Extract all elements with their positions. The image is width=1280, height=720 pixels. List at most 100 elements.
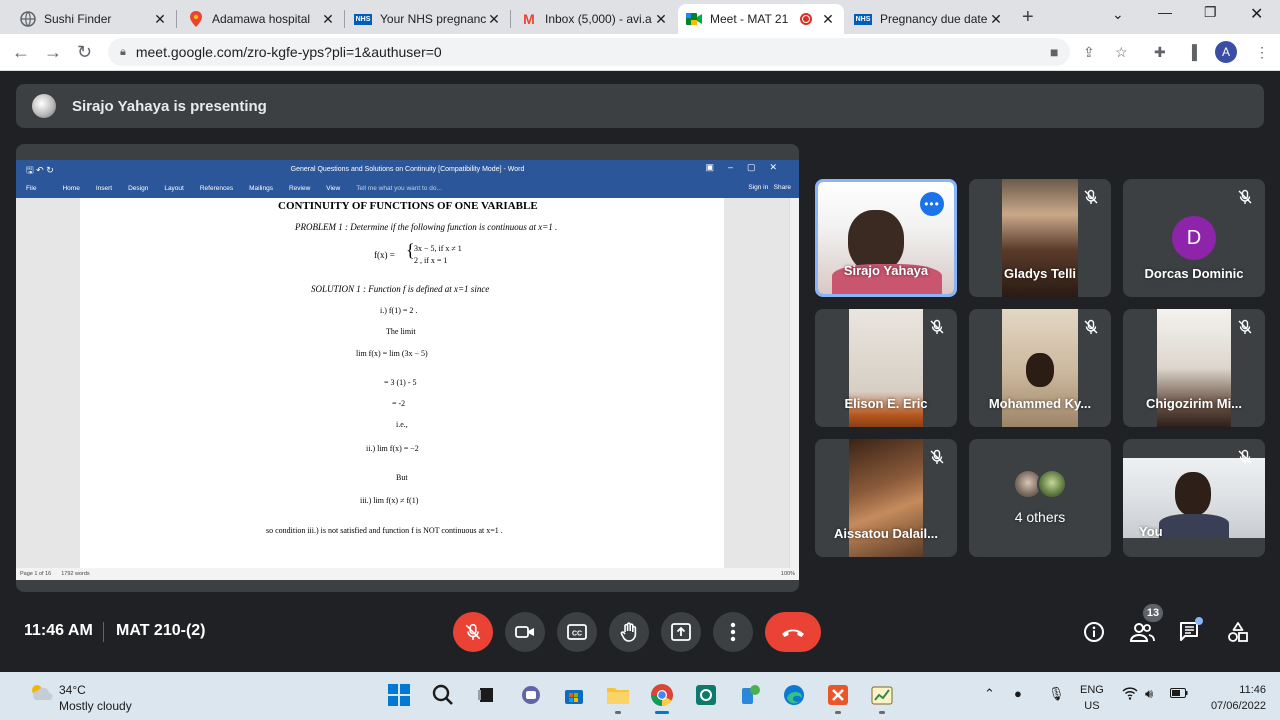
participant-tile-others[interactable]: 4 others — [969, 439, 1111, 557]
edge-button[interactable] — [781, 682, 807, 708]
doc-eq-1: = 3 (1) - 5 — [384, 378, 417, 387]
participant-name: Chigozirim Mi... — [1145, 396, 1243, 411]
captions-button[interactable]: CC — [557, 612, 597, 652]
office-app-button[interactable] — [825, 682, 851, 714]
participant-tile-mohammed[interactable]: Mohammed Ky... — [969, 309, 1111, 427]
camera-toggle-button[interactable] — [505, 612, 545, 652]
close-tab-icon[interactable]: ✕ — [320, 11, 336, 28]
camera-blocked-icon[interactable]: ■ — [1050, 44, 1058, 60]
meeting-details-button[interactable] — [1080, 618, 1108, 646]
microphone-icon[interactable]: 🎙︎ — [1048, 686, 1065, 702]
language-indicator[interactable]: ENG US — [1080, 682, 1104, 714]
mic-toggle-button[interactable] — [453, 612, 493, 652]
others-count: 4 others — [1014, 509, 1066, 525]
system-clock[interactable]: 11:46 07/06/2022 — [1196, 682, 1266, 714]
restore-icon[interactable]: ❐ — [1204, 4, 1217, 21]
presenting-text: Sirajo Yahaya is presenting — [72, 97, 267, 115]
tab-adamawa-hospital[interactable]: Adamawa hospital ✕ — [180, 4, 344, 34]
mic-off-icon — [930, 449, 944, 464]
other-avatar — [1037, 469, 1067, 499]
battery-icon[interactable] — [1170, 686, 1188, 701]
raise-hand-button[interactable] — [609, 612, 649, 652]
participant-tile-chigozirim[interactable]: Chigozirim Mi... — [1123, 309, 1265, 427]
tray-app-icon[interactable]: ● — [1014, 686, 1022, 701]
bookmark-star-icon[interactable]: ☆ — [1115, 44, 1128, 61]
phone-link-button[interactable] — [737, 682, 763, 708]
maps-pin-icon — [188, 11, 204, 27]
nhs-icon: NHS — [854, 13, 872, 25]
tab-pregnancy-due-date[interactable]: NHS Pregnancy due date ✕ — [846, 4, 1012, 34]
tab-gmail-inbox[interactable]: M Inbox (5,000) - avi.a ✕ — [513, 4, 677, 34]
participant-tile-aissatou[interactable]: Aissatou Dalail... — [815, 439, 957, 557]
share-icon[interactable]: ⇪ — [1083, 44, 1095, 61]
status-zoom: 100% — [780, 571, 795, 577]
extensions-puzzle-icon[interactable]: ✚ — [1154, 44, 1166, 61]
volume-icon[interactable]: 🔊︎ — [1145, 686, 1153, 702]
shared-screen[interactable]: 🖫 ↶ ↻ General Questions and Solutions on… — [16, 144, 799, 592]
ribbon-tab: Design — [128, 184, 149, 192]
participant-tile-elison[interactable]: Elison E. Eric — [815, 309, 957, 427]
file-explorer-button[interactable] — [605, 682, 631, 714]
participant-tile-you[interactable]: You — [1123, 439, 1265, 557]
start-button[interactable] — [386, 682, 412, 708]
weather-widget[interactable]: 34°C Mostly cloudy — [59, 682, 132, 714]
participant-tile-sirajo[interactable]: ••• Sirajo Yahaya — [815, 179, 957, 297]
folder-icon — [607, 688, 629, 704]
new-tab-icon[interactable]: + — [1022, 6, 1034, 29]
close-tab-icon[interactable]: ✕ — [653, 11, 669, 28]
microsoft-store-button[interactable] — [561, 682, 587, 708]
taskbar-search-button[interactable] — [430, 682, 456, 708]
close-tab-icon[interactable]: ✕ — [152, 11, 168, 28]
doc-ie: i.e., — [396, 420, 408, 429]
chrome-menu-icon[interactable]: ⋮ — [1255, 44, 1269, 61]
doc-case-1: 3x − 5, if x ≠ 1 — [414, 244, 462, 253]
close-tab-icon[interactable]: ✕ — [988, 11, 1004, 28]
chrome-icon — [651, 684, 673, 706]
mic-off-icon — [465, 623, 481, 640]
close-window-icon[interactable]: ✕ — [1250, 4, 1263, 24]
tab-sushi-finder[interactable]: Sushi Finder ✕ — [12, 4, 176, 34]
task-view-button[interactable] — [474, 682, 500, 708]
word-doc-title: General Questions and Solutions on Conti… — [290, 165, 525, 173]
present-now-button[interactable] — [661, 612, 701, 652]
video-camera-icon — [515, 626, 534, 638]
chrome-taskbar-button[interactable] — [649, 682, 675, 714]
app-button[interactable] — [693, 682, 719, 708]
side-panel-icon[interactable]: ▐ — [1187, 44, 1197, 60]
participant-tile-gladys[interactable]: Gladys Telli — [969, 179, 1111, 297]
teams-chat-button[interactable] — [518, 682, 544, 708]
chart-app-button[interactable] — [869, 682, 895, 714]
forward-arrow-icon[interactable]: → — [44, 42, 62, 63]
wifi-icon[interactable] — [1122, 686, 1138, 703]
activities-button[interactable] — [1224, 618, 1252, 646]
leave-call-button[interactable] — [765, 612, 821, 652]
ribbon-tab: References — [199, 184, 234, 192]
tab-nhs-pregnancy[interactable]: NHS Your NHS pregnanc ✕ — [346, 4, 510, 34]
reload-icon[interactable]: ↻ — [77, 42, 92, 63]
language-code: ENG — [1080, 684, 1104, 696]
word-ribbon: File Home Insert Design Layout Reference… — [16, 178, 799, 198]
status-words: 1792 words — [61, 571, 90, 577]
tray-overflow-icon[interactable]: ⌃ — [984, 686, 995, 702]
people-button[interactable] — [1128, 618, 1156, 646]
word-scrollbar — [789, 198, 799, 572]
app-square-icon — [696, 685, 716, 705]
back-arrow-icon[interactable]: ← — [12, 42, 30, 63]
tab-search-chevron-icon[interactable]: ⌄ — [1112, 6, 1124, 23]
doc-eq-2: = -2 — [392, 399, 406, 408]
profile-avatar[interactable]: A — [1215, 41, 1237, 63]
svg-text:CC: CC — [572, 631, 582, 638]
more-options-button[interactable] — [713, 612, 753, 652]
close-tab-icon[interactable]: ✕ — [820, 11, 836, 28]
close-tab-icon[interactable]: ✕ — [486, 11, 502, 28]
participant-tile-dorcas[interactable]: D Dorcas Dominic — [1123, 179, 1265, 297]
minimize-icon[interactable]: — — [1158, 4, 1172, 20]
doc-heading: CONTINUITY OF FUNCTIONS OF ONE VARIABLE — [278, 200, 538, 212]
meet-icon — [686, 11, 702, 27]
tab-meet-active[interactable]: Meet - MAT 21 ✕ — [678, 4, 844, 34]
ribbon-tab: Review — [288, 184, 311, 192]
more-options-icon[interactable]: ••• — [920, 192, 944, 216]
tab-separator — [176, 10, 177, 28]
weather-condition: Mostly cloudy — [59, 699, 132, 713]
address-bar[interactable]: 🔒︎ meet.google.com/zro-kgfe-yps?pli=1&au… — [108, 38, 1070, 66]
